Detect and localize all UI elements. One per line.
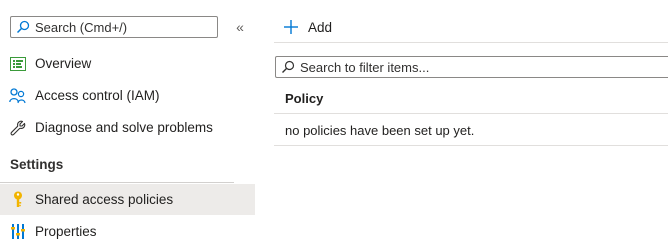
table-header: Policy xyxy=(274,83,668,114)
sidebar-item-label: Shared access policies xyxy=(35,192,174,207)
wrench-icon xyxy=(9,119,26,136)
plus-icon xyxy=(283,19,299,35)
sidebar-item-properties[interactable]: Properties xyxy=(0,216,255,247)
people-icon xyxy=(9,87,26,104)
sidebar-item-label: Overview xyxy=(35,56,92,71)
sidebar-search-placeholder: Search (Cmd+/) xyxy=(35,19,128,35)
key-icon xyxy=(9,191,26,208)
add-button-label: Add xyxy=(308,19,333,35)
filter-items-input[interactable] xyxy=(300,59,668,75)
column-header-policy[interactable]: Policy xyxy=(285,91,323,106)
toolbar-divider xyxy=(274,42,668,43)
sidebar-item-label: Diagnose and solve problems xyxy=(35,120,213,135)
sidebar-item-label: Access control (IAM) xyxy=(35,88,160,103)
overview-icon xyxy=(9,55,26,72)
properties-icon xyxy=(9,223,26,240)
section-divider xyxy=(0,182,234,183)
add-button[interactable]: Add xyxy=(283,16,332,38)
collapse-sidebar-button[interactable]: « xyxy=(232,16,248,38)
search-icon xyxy=(16,20,30,34)
sidebar-item-overview[interactable]: Overview xyxy=(0,48,255,79)
filter-items-box[interactable] xyxy=(275,56,668,78)
search-icon xyxy=(281,60,295,74)
table-row: no policies have been set up yet. xyxy=(274,115,668,146)
sidebar-item-diagnose[interactable]: Diagnose and solve problems xyxy=(0,112,255,143)
double-chevron-left-icon: « xyxy=(236,19,244,35)
sidebar-item-label: Properties xyxy=(35,224,97,239)
sidebar-item-access-control[interactable]: Access control (IAM) xyxy=(0,80,255,111)
sidebar-item-shared-access-policies[interactable]: Shared access policies xyxy=(0,184,255,215)
sidebar-search-input[interactable]: Search (Cmd+/) xyxy=(10,16,218,38)
settings-section-header: Settings xyxy=(10,157,64,172)
empty-table-message: no policies have been set up yet. xyxy=(285,122,475,138)
